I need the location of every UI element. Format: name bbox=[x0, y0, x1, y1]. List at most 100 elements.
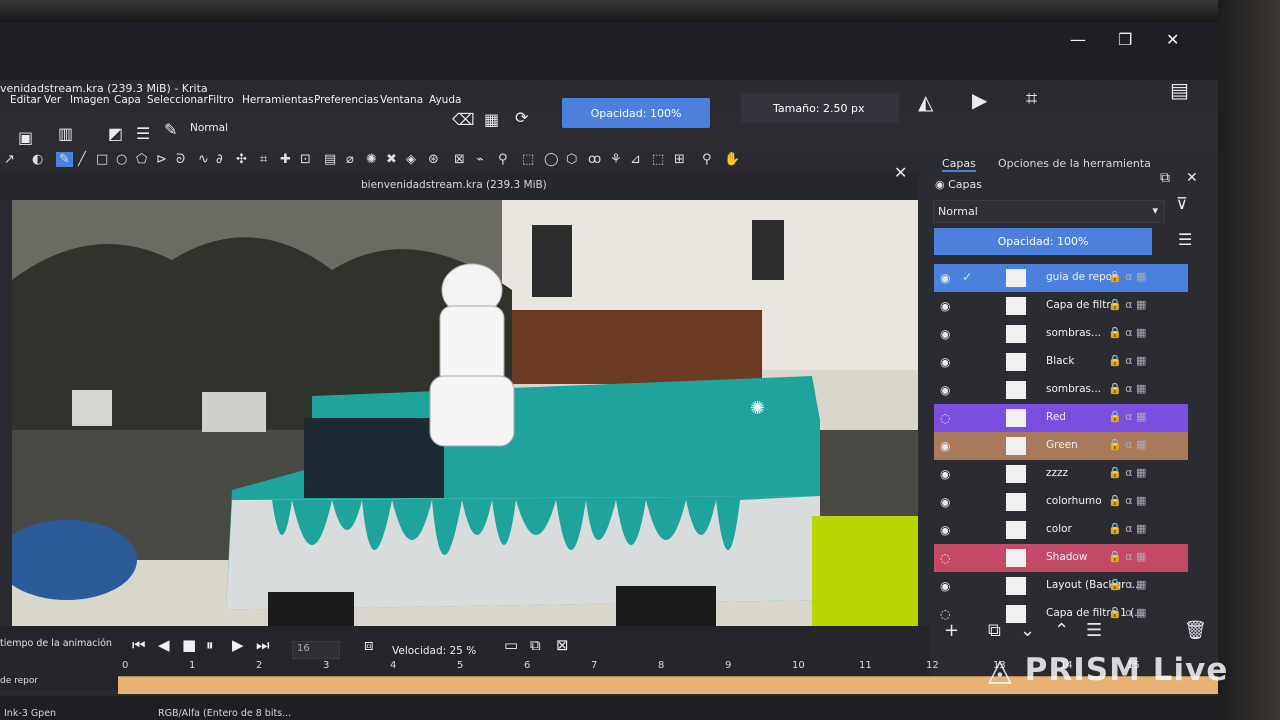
mirror-vertical-icon[interactable]: ▶ bbox=[972, 88, 987, 112]
alpha-lock-icon[interactable]: ▦ bbox=[484, 110, 499, 129]
minimize-button[interactable]: — bbox=[1070, 30, 1086, 49]
rect-select-icon[interactable]: ⬚ bbox=[522, 152, 534, 167]
layer-row[interactable]: ◉ Capa de filtr... 🔒 α ▦ bbox=[934, 292, 1188, 320]
layer-flags-icon[interactable]: 🔒 α ▦ bbox=[1108, 494, 1146, 507]
duplicate-layer-icon[interactable]: ⧉ bbox=[988, 620, 1001, 641]
maximize-button[interactable]: ❐ bbox=[1118, 30, 1132, 49]
visibility-eye-icon[interactable]: ◌ bbox=[940, 411, 950, 425]
size-slider[interactable]: Tamaño: 2.50 px bbox=[741, 93, 899, 123]
visibility-eye-icon[interactable]: ◉ bbox=[940, 523, 950, 537]
visibility-eye-icon[interactable]: ◉ bbox=[940, 355, 950, 369]
move-layer-down-icon[interactable]: ⌄ bbox=[1020, 620, 1035, 641]
layer-row[interactable]: ◉ color 🔒 α ▦ bbox=[934, 516, 1188, 544]
layer-flags-icon[interactable]: 🔒 α ▦ bbox=[1108, 382, 1146, 395]
layer-flags-icon[interactable]: 🔒 α ▦ bbox=[1108, 578, 1146, 591]
measure-icon[interactable]: ⊠ bbox=[454, 152, 465, 167]
gradient-tool-icon[interactable]: ▤ bbox=[324, 152, 336, 167]
layer-properties-icon[interactable]: ☰ bbox=[1086, 620, 1102, 641]
visibility-eye-icon[interactable]: ◉ bbox=[940, 467, 950, 481]
layer-row[interactable]: ◉ sombras... 🔒 α ▦ bbox=[934, 376, 1188, 404]
save-icon[interactable]: ▣ bbox=[18, 128, 33, 147]
float-docker-icon[interactable]: ⧉ bbox=[1160, 170, 1170, 186]
move-layer-up-icon[interactable]: ⌃ bbox=[1054, 620, 1069, 641]
polyline-tool-icon[interactable]: ⊳ bbox=[156, 152, 167, 167]
playback-settings-icon[interactable]: ⧈ bbox=[364, 636, 374, 654]
wrap-icon[interactable]: ⌗ bbox=[1026, 86, 1037, 110]
menu-ver[interactable]: Ver bbox=[44, 94, 61, 106]
pan-icon[interactable]: ✋ bbox=[724, 152, 740, 167]
audio-icon[interactable]: ⊠ bbox=[556, 636, 569, 654]
visibility-eye-icon[interactable]: ◌ bbox=[940, 607, 950, 621]
gradient-icon[interactable]: ▥ bbox=[58, 124, 73, 143]
visibility-eye-icon[interactable]: ◉ bbox=[940, 299, 950, 313]
layer-check-icon[interactable]: ✓ bbox=[962, 270, 972, 284]
eraser-icon[interactable]: ⌫ bbox=[452, 110, 475, 129]
tab-capas[interactable]: Capas bbox=[942, 157, 976, 172]
docker-menu-icon[interactable]: ☰ bbox=[1178, 230, 1192, 249]
fill-tool-icon[interactable]: ◐ bbox=[32, 152, 43, 167]
playback-speed[interactable]: Velocidad: 25 % bbox=[392, 645, 476, 657]
current-frame-input[interactable]: 16 bbox=[292, 641, 340, 659]
brush-settings-icon[interactable]: ☰ bbox=[136, 124, 150, 143]
move-icon[interactable]: ✚ bbox=[280, 152, 291, 167]
layer-row[interactable]: ◉ ✓ guia de repor 🔒 α ▦ bbox=[934, 264, 1188, 292]
visibility-eye-icon[interactable]: ◉ bbox=[940, 579, 950, 593]
layer-flags-icon[interactable]: 🔒 α ▦ bbox=[1108, 550, 1146, 563]
zoom-icon[interactable]: ⚲ bbox=[702, 152, 712, 167]
panel-layout-icon[interactable]: ▤ bbox=[1170, 78, 1189, 102]
layer-flags-icon[interactable]: 🔒 α ▦ bbox=[1108, 522, 1146, 535]
bezier-select-icon[interactable]: ⬚ bbox=[652, 152, 664, 167]
layer-flags-icon[interactable]: 🔒 α ▦ bbox=[1108, 298, 1146, 311]
layer-row[interactable]: ◌ Shadow 🔒 α ▦ bbox=[934, 544, 1188, 572]
ellipse-tool-icon[interactable]: ○ bbox=[116, 152, 127, 167]
menu-capa[interactable]: Capa bbox=[114, 94, 141, 106]
menu-preferencias[interactable]: Preferencias bbox=[314, 94, 379, 106]
freehand-brush-icon[interactable]: ✎ bbox=[56, 152, 73, 167]
layer-row[interactable]: ◉ Layout (Backgro... 🔒 α ▦ bbox=[934, 572, 1188, 600]
layer-row[interactable]: ◉ zzzz 🔒 α ▦ bbox=[934, 460, 1188, 488]
brush-preset-icon[interactable]: ✎ bbox=[164, 120, 177, 139]
magnetic-select-icon[interactable]: ⊞ bbox=[674, 152, 685, 167]
menu-imagen[interactable]: Imagen bbox=[70, 94, 110, 106]
layer-row[interactable]: ◉ Green 🔒 α ▦ bbox=[934, 432, 1188, 460]
visibility-eye-icon[interactable]: ◉ bbox=[940, 495, 950, 509]
filter-icon[interactable]: ⊽ bbox=[1176, 194, 1188, 213]
visibility-eye-icon[interactable]: ◉ bbox=[940, 327, 950, 341]
visibility-eye-icon[interactable]: ◌ bbox=[940, 551, 950, 565]
color-picker-icon[interactable]: ⌀ bbox=[346, 152, 354, 167]
line-tool-icon[interactable]: ╱ bbox=[78, 152, 86, 167]
layer-flags-icon[interactable]: 🔒 α ▦ bbox=[1108, 270, 1146, 283]
close-button[interactable]: ✕ bbox=[1166, 30, 1179, 49]
similar-select-icon[interactable]: ⊿ bbox=[630, 152, 641, 167]
menu-ventana[interactable]: Ventana bbox=[380, 94, 423, 106]
first-frame-icon[interactable]: ⏮ bbox=[132, 636, 146, 654]
menu-seleccionar[interactable]: Seleccionar bbox=[147, 94, 208, 106]
ellipse-select-icon[interactable]: ◯ bbox=[544, 152, 559, 167]
layer-row[interactable]: ◉ Black 🔒 α ▦ bbox=[934, 348, 1188, 376]
drawing-canvas[interactable]: ✺ bbox=[12, 200, 918, 626]
layer-row[interactable]: ◉ colorhumo 🔒 α ▦ bbox=[934, 488, 1188, 516]
canvas-close-icon[interactable]: ✕ bbox=[894, 163, 907, 182]
freehand-path-icon[interactable]: ∿ bbox=[198, 152, 209, 167]
menu-editar[interactable]: Editar bbox=[10, 94, 41, 106]
mirror-horizontal-icon[interactable]: ◭ bbox=[918, 90, 933, 114]
drop-frames-icon[interactable]: ⧉ bbox=[530, 636, 541, 654]
layer-flags-icon[interactable]: 🔒 α ▦ bbox=[1108, 438, 1146, 451]
onion-skin-icon[interactable]: ▭ bbox=[504, 636, 518, 654]
last-frame-icon[interactable]: ⏭ bbox=[256, 636, 270, 654]
pause-icon[interactable]: ⏸ bbox=[206, 636, 214, 654]
layer-flags-icon[interactable]: 🔒 α ▦ bbox=[1108, 410, 1146, 423]
pattern-icon[interactable]: ⊛ bbox=[428, 152, 439, 167]
layer-flags-icon[interactable]: 🔒 α ▦ bbox=[1108, 466, 1146, 479]
delete-layer-icon[interactable]: 🗑 bbox=[1184, 620, 1207, 641]
dynamic-brush-icon[interactable]: ∂ bbox=[216, 152, 223, 167]
pin-icon[interactable]: ⚲ bbox=[498, 152, 508, 167]
blend-mode-select[interactable]: Normal bbox=[190, 122, 440, 140]
polygon-tool-icon[interactable]: ⬠ bbox=[136, 152, 147, 167]
assistant-icon[interactable]: ✖ bbox=[386, 152, 397, 167]
smart-patch-icon[interactable]: ✺ bbox=[366, 152, 377, 167]
visibility-eye-icon[interactable]: ◉ bbox=[940, 271, 950, 285]
transform-icon[interactable]: ⊡ bbox=[300, 152, 311, 167]
contiguous-select-icon[interactable]: ⚘ bbox=[610, 152, 622, 167]
visibility-eye-icon[interactable]: ◉ bbox=[940, 439, 950, 453]
